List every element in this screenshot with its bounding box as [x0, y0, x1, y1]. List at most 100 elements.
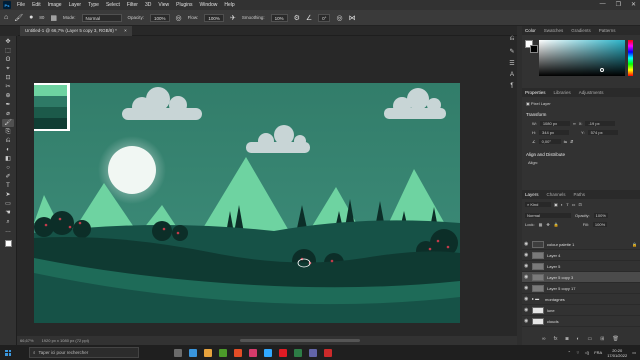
color-saturation-field[interactable]: [539, 40, 625, 76]
language-indicator[interactable]: FRA: [594, 350, 602, 355]
eye-icon[interactable]: ◉: [524, 318, 529, 324]
adjust-icon[interactable]: ☰: [509, 60, 514, 67]
eye-icon[interactable]: ◉: [524, 274, 529, 280]
eye-icon[interactable]: ◉: [524, 241, 529, 247]
hand-tool-icon[interactable]: ☚: [2, 209, 14, 217]
frame-tool-icon[interactable]: ✂: [2, 83, 14, 91]
document-tab[interactable]: Untitled-1 @ 66,7% (Layer 5 copy 3, RGB/…: [20, 26, 132, 36]
eyedropper-tool-icon[interactable]: ⊕: [2, 92, 14, 100]
lasso-tool-icon[interactable]: ʘ: [2, 56, 14, 64]
filter-type-icon[interactable]: T: [566, 202, 568, 207]
zoom-level[interactable]: 66,67%: [20, 338, 34, 343]
taskbar-app-icon[interactable]: [309, 348, 317, 357]
brush-preset-icon[interactable]: ●: [29, 14, 33, 21]
volume-icon[interactable]: ◁): [585, 350, 589, 355]
rectangle-tool-icon[interactable]: ▭: [2, 200, 14, 208]
type-tool-icon[interactable]: T: [2, 182, 14, 190]
taskbar-app-icon[interactable]: [249, 348, 257, 357]
blur-tool-icon[interactable]: ○: [2, 164, 14, 172]
layer-name[interactable]: Layer 5 copy 17: [547, 286, 640, 291]
lock-pixels-icon[interactable]: ▦: [539, 222, 543, 227]
close-tab-icon[interactable]: ×: [124, 28, 127, 33]
chevron-up-icon[interactable]: ⌃: [568, 350, 571, 355]
gradient-tool-icon[interactable]: ◧: [2, 155, 14, 163]
spot-tool-icon[interactable]: ⌀: [2, 110, 14, 118]
move-tool-icon[interactable]: ✥: [2, 38, 14, 46]
new-group-icon[interactable]: ▭: [588, 336, 593, 342]
tab-patterns[interactable]: Patterns: [599, 28, 616, 33]
taskbar-app-icon[interactable]: [264, 348, 272, 357]
eye-icon[interactable]: ◉: [524, 263, 529, 269]
lock-position-icon[interactable]: ✥: [546, 222, 549, 227]
trash-icon[interactable]: 🗑: [612, 336, 618, 342]
layer-name[interactable]: Layer 4: [547, 253, 640, 258]
more-tools-icon[interactable]: …: [2, 227, 14, 235]
airbrush-icon[interactable]: ✈: [230, 14, 236, 22]
notifications-icon[interactable]: ▭: [632, 350, 636, 355]
taskbar-app-icon[interactable]: [294, 348, 302, 357]
brush-tool-icon[interactable]: 🖌: [14, 14, 23, 22]
flip-horizontal-icon[interactable]: ⇋: [564, 139, 567, 144]
layer-name[interactable]: Layer 5: [547, 264, 640, 269]
x-field[interactable]: -19 px: [585, 121, 616, 126]
taskbar-app-icon[interactable]: [234, 348, 242, 357]
network-icon[interactable]: ⌔: [576, 350, 580, 356]
kind-filter-select[interactable]: ⌕ Kind: [525, 202, 551, 207]
eye-icon[interactable]: ◉: [524, 285, 529, 291]
lock-all-icon[interactable]: 🔒: [554, 222, 559, 227]
filter-smart-icon[interactable]: ⊡: [578, 202, 581, 207]
fill-field[interactable]: 100%: [592, 222, 608, 227]
taskbar-app-icon[interactable]: [189, 348, 197, 357]
y-field[interactable]: 574 px: [587, 130, 618, 135]
pen-tool-icon[interactable]: ✐: [2, 173, 14, 181]
menu-filter[interactable]: Filter: [127, 2, 138, 8]
menu-edit[interactable]: Edit: [32, 2, 41, 8]
opacity-field[interactable]: 100%: [150, 13, 170, 22]
taskbar-app-icon[interactable]: [219, 348, 227, 357]
fx-icon[interactable]: fx: [554, 336, 558, 342]
tab-color[interactable]: Color: [525, 28, 536, 33]
menu-window[interactable]: Window: [200, 2, 218, 8]
filter-adjust-icon[interactable]: ◐: [561, 202, 563, 207]
flow-field[interactable]: 100%: [204, 13, 224, 22]
menu-select[interactable]: Select: [106, 2, 120, 8]
symmetry-icon[interactable]: ⋈: [349, 14, 356, 22]
menu-view[interactable]: View: [158, 2, 169, 8]
pressure-opacity-icon[interactable]: ◎: [176, 14, 182, 22]
marquee-tool-icon[interactable]: ⬚: [2, 47, 14, 55]
tab-libraries[interactable]: Libraries: [554, 90, 571, 95]
layer-row[interactable]: ◉ Layer 4: [522, 250, 640, 261]
zoom-tool-icon[interactable]: ⌕: [2, 218, 14, 226]
layer-name[interactable]: colour palette 1: [547, 242, 629, 247]
eye-icon[interactable]: ◉: [524, 252, 529, 258]
brush-size[interactable]: 80: [39, 15, 44, 20]
eraser-tool-icon[interactable]: ◐: [2, 146, 14, 154]
history-brush-tool-icon[interactable]: ⎌: [2, 137, 14, 145]
taskbar-search[interactable]: ⌕ Taper ici pour rechercher: [29, 347, 139, 358]
smoothing-field[interactable]: 10%: [270, 13, 288, 22]
layer-name[interactable]: lune: [547, 308, 640, 313]
layer-name[interactable]: montagnes: [545, 297, 640, 302]
layer-row[interactable]: ◉ lune: [522, 305, 640, 316]
color-background-chip[interactable]: [530, 45, 538, 53]
tab-adjustments[interactable]: Adjustments: [579, 90, 604, 95]
horizontal-scrollbar[interactable]: [240, 339, 360, 342]
taskbar-app-icon[interactable]: [174, 348, 182, 357]
close-button[interactable]: ✕: [631, 1, 636, 8]
layer-row[interactable]: ◉ Layer 5 copy 17: [522, 283, 640, 294]
color-picker-marker[interactable]: [600, 68, 604, 72]
tab-channels[interactable]: Channels: [547, 192, 566, 197]
mask-icon[interactable]: ◙: [565, 336, 568, 342]
layer-row[interactable]: ◉ Layer 5: [522, 261, 640, 272]
brush-panel-icon[interactable]: ✎: [509, 48, 514, 55]
menu-help[interactable]: Help: [224, 2, 234, 8]
adjustment-layer-icon[interactable]: ◐: [577, 336, 580, 342]
foreground-color-swatch[interactable]: [4, 240, 12, 247]
taskbar-app-icon[interactable]: [204, 348, 212, 357]
angle-field[interactable]: 0,00°: [538, 139, 561, 144]
link-icon[interactable]: ∞: [573, 121, 576, 126]
filter-pixel-icon[interactable]: ▣: [554, 202, 558, 207]
eye-icon[interactable]: ◉: [524, 296, 529, 302]
windows-start-icon[interactable]: [5, 349, 11, 356]
height-field[interactable]: 344 px: [539, 130, 569, 135]
